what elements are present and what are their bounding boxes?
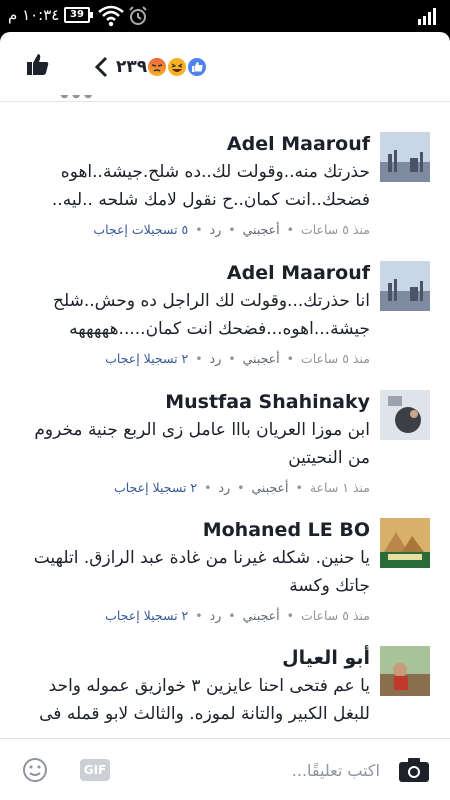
comment-composer: GIF [0,738,450,800]
status-bar: ١٠:٣٤ م 39 [0,0,450,32]
like-link[interactable]: أعجبني [252,480,289,495]
reactions-count-link[interactable]: ٢ تسجيلا إعجاب [114,480,197,495]
reply-link[interactable]: رد [210,351,222,366]
avatar[interactable] [380,261,430,311]
previous-comment-fragment: ● ● ● [0,95,450,105]
comment-author[interactable]: Adel Maarouf [20,132,370,156]
like-reaction-icon [186,56,208,78]
chevron-left-icon[interactable] [92,56,110,78]
comment-time: منذ ٥ ساعات [300,222,370,237]
reactions-count-link[interactable]: ٥ تسجيلات إعجاب [93,222,188,237]
status-time: ١٠:٣٤ م [8,6,60,24]
thumbs-up-icon[interactable] [26,52,50,76]
comments-sheet: ٢٣٩ ● ● ● Adel Maarouf حذرتك منه..وقولت … [0,32,450,800]
avatar[interactable] [380,646,430,696]
comment-author[interactable]: Adel Maarouf [20,261,370,285]
avatar[interactable] [380,518,430,568]
comment-body: أبو العيال يا عم فتحى احنا عايزين ٣ خواز… [20,646,370,728]
like-link[interactable]: أعجبني [243,222,280,237]
reply-link[interactable]: رد [210,608,222,623]
reactions-count-link[interactable]: ٢ تسجيلا إعجاب [105,351,188,366]
smiley-icon[interactable] [22,757,48,783]
comment-time: منذ ١ ساعة [309,480,370,495]
camera-icon[interactable] [398,757,430,783]
comment-body: Adel Maarouf انا حذرتك...وقولت لك الراجل… [20,261,370,366]
comment-time: منذ ٥ ساعات [300,608,370,623]
reply-link[interactable]: رد [210,222,222,237]
comment-text: يا عم فتحى احنا عايزين ٣ خوازيق عموله وا… [39,676,370,724]
haha-reaction-icon [166,56,188,78]
reactions-count-link[interactable]: ٢ تسجيلا إعجاب [105,608,188,623]
comment-text: ابن موزا العريان بااا عامل زى الربع جنية… [34,420,370,468]
comment-body: Adel Maarouf حذرتك منه..وقولت لك..ده شلح… [20,132,370,237]
comment-meta: منذ ١ ساعة•أعجبني•رد•٢ تسجيلا إعجاب [113,480,370,495]
comment-author[interactable]: Mustfaa Shahinaky [20,390,370,414]
comment-meta: منذ ٥ ساعات•أعجبني•رد•٢ تسجيلا إعجاب [105,608,370,623]
alarm-clock-icon [129,6,147,25]
reactions-header: ٢٣٩ [0,32,450,102]
comment-body: Mustfaa Shahinaky ابن موزا العريان بااا … [20,390,370,495]
wifi-icon [98,5,124,27]
like-link[interactable]: أعجبني [243,351,280,366]
avatar[interactable] [380,132,430,182]
battery-icon: 39 [64,7,93,23]
comment-body: Mohaned LE BO يا حنين. شكله غيرنا من غاد… [20,518,370,623]
signal-icon [418,8,436,25]
comment-text: يا حنين. شكله غيرنا من غادة عبد الرازق. … [33,548,370,596]
angry-reaction-icon [146,56,168,78]
gif-button[interactable]: GIF [80,759,110,781]
comment-author[interactable]: Mohaned LE BO [20,518,370,542]
reply-link[interactable]: رد [219,480,231,495]
comment-input[interactable] [150,756,380,784]
comment-time: منذ ٥ ساعات [300,351,370,366]
avatar[interactable] [380,390,430,440]
comment-text: انا حذرتك...وقولت لك الراجل ده وحش..شلح … [53,291,370,339]
comment-meta: منذ ٥ ساعات•أعجبني•رد•٥ تسجيلات إعجاب [93,222,370,237]
like-link[interactable]: أعجبني [243,608,280,623]
reaction-count[interactable]: ٢٣٩ [116,57,147,77]
comment-author[interactable]: أبو العيال [20,646,370,670]
comment-text: حذرتك منه..وقولت لك..ده شلح.جيشة..اهوه ف… [51,162,370,210]
comment-meta: منذ ٥ ساعات•أعجبني•رد•٢ تسجيلا إعجاب [105,351,370,366]
